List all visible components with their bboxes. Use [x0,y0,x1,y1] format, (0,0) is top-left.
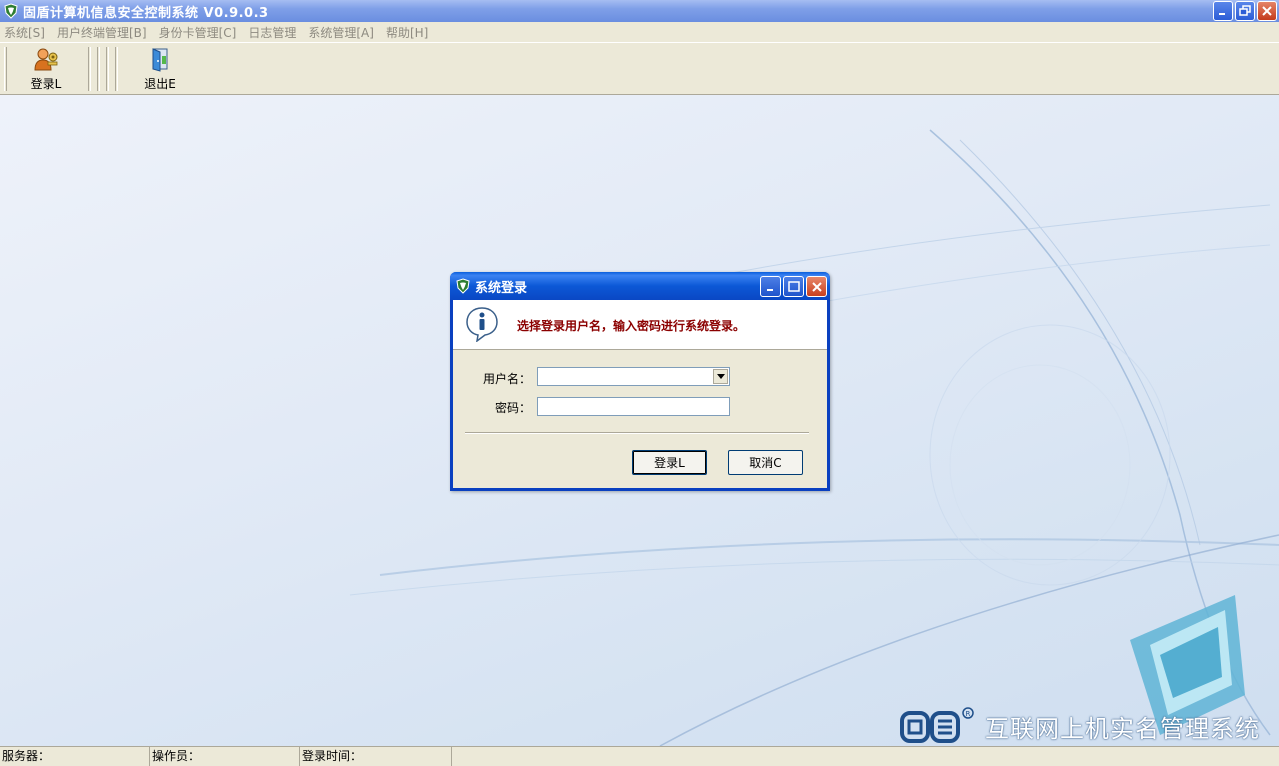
toolbar: 登录L 退出E [0,42,1279,95]
chevron-down-icon [716,374,725,379]
login-user-icon [34,48,58,71]
password-input[interactable] [537,397,730,416]
menu-user-terminal[interactable]: 用户终端管理[B] [57,24,147,41]
toolbar-exit-label: 退出E [144,77,176,91]
restore-button[interactable] [1235,1,1255,21]
username-value [538,369,541,383]
dialog-info-header: 选择登录用户名，输入密码进行系统登录。 [453,300,827,350]
login-dialog-title: 系统登录 [475,280,528,296]
toolbar-separator [115,47,118,91]
menu-help[interactable]: 帮助[H] [386,24,428,41]
restore-icon [1239,5,1251,16]
dialog-separator [465,432,809,434]
minimize-button[interactable] [1213,1,1233,21]
login-dialog: 系统登录 选择登录用户名，输入密码进行系统登录。 用户名： 密码： 登录L 取消… [450,272,830,491]
menu-log[interactable]: 日志管理 [248,24,296,41]
dialog-close-button[interactable] [806,276,827,297]
menu-id-card[interactable]: 身份卡管理[C] [159,24,237,41]
close-icon [1262,6,1272,16]
exit-door-icon [152,48,168,72]
dialog-instruction-text: 选择登录用户名，输入密码进行系统登录。 [517,319,746,333]
minimize-icon [1219,13,1225,15]
brand-text: 互联网上机实名管理系统 [985,715,1260,743]
close-icon [811,281,822,292]
menu-bar: 系统[S] 用户终端管理[B] 身份卡管理[C] 日志管理 系统管理[A] 帮助… [0,22,1279,42]
menu-system-admin[interactable]: 系统管理[A] [308,24,374,41]
status-login-time: 登录时间： [300,747,452,766]
username-dropdown-button[interactable] [713,369,728,384]
password-label: 密码： [494,401,531,415]
status-empty-panel [452,747,1279,766]
toolbar-login-label: 登录L [30,77,62,91]
shield-app-icon [456,278,470,294]
app-titlebar[interactable]: 固盾计算机信息安全控制系统 V0.9.0.3 [0,0,1279,22]
toolbar-separator [106,47,109,91]
status-server: 服务器： [0,747,150,766]
toolbar-login-button[interactable]: 登录L [16,46,76,92]
shield-app-icon [4,3,18,19]
brand-logo: R [900,707,980,746]
dialog-maximize-button[interactable] [783,276,804,297]
cancel-button[interactable]: 取消C [728,450,803,475]
svg-text:R: R [966,710,971,718]
close-button[interactable] [1257,1,1277,21]
gudun-logo-icon: R [900,707,974,743]
username-combobox[interactable] [537,367,730,386]
maximize-icon [787,280,800,292]
status-bar: 服务器： 操作员： 登录时间： [0,746,1279,766]
dialog-minimize-button[interactable] [760,276,781,297]
toolbar-exit-button[interactable]: 退出E [130,46,190,92]
toolbar-separator [97,47,100,91]
toolbar-separator [88,47,91,91]
info-icon [466,307,498,342]
login-button[interactable]: 登录L [632,450,707,475]
menu-system[interactable]: 系统[S] [4,24,45,41]
login-dialog-titlebar[interactable]: 系统登录 [450,272,830,300]
app-title: 固盾计算机信息安全控制系统 V0.9.0.3 [23,5,269,21]
username-label: 用户名： [482,372,531,386]
minimize-icon [766,288,773,291]
status-operator: 操作员： [150,747,300,766]
toolbar-grip[interactable] [4,47,7,91]
